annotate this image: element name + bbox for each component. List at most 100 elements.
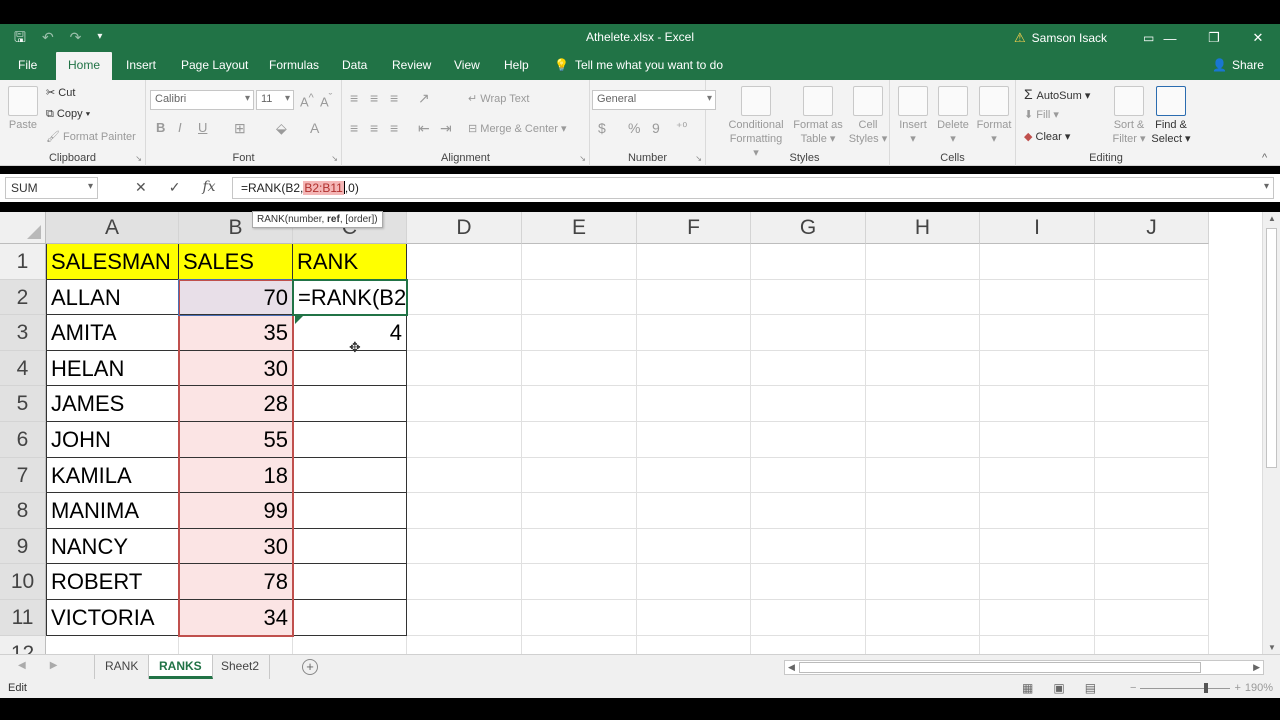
rank-cell[interactable] bbox=[293, 386, 407, 422]
horizontal-scroll-thumb[interactable] bbox=[799, 662, 1201, 673]
cell-empty[interactable] bbox=[751, 386, 866, 422]
row-header-8[interactable]: 8 bbox=[0, 493, 46, 529]
sales-cell[interactable]: 28 bbox=[179, 386, 293, 422]
row-header-5[interactable]: 5 bbox=[0, 386, 46, 422]
rank-cell[interactable] bbox=[293, 493, 407, 529]
cell-empty[interactable] bbox=[522, 493, 637, 529]
cell-empty[interactable] bbox=[407, 350, 522, 387]
cell-empty[interactable] bbox=[1095, 422, 1209, 458]
function-tooltip[interactable]: RANK(number, ref, [order]) bbox=[252, 211, 383, 228]
cell-empty[interactable] bbox=[980, 457, 1095, 494]
row-header-10[interactable]: 10 bbox=[0, 564, 46, 600]
dialog-launcher-icon[interactable]: ↘ bbox=[579, 154, 586, 163]
sheet-tab-ranks[interactable]: RANKS bbox=[149, 655, 213, 679]
decrease-indent-icon[interactable]: ⇤ bbox=[418, 120, 430, 137]
cell-empty[interactable] bbox=[407, 244, 522, 280]
cell-empty[interactable] bbox=[1095, 386, 1209, 422]
cell-empty[interactable] bbox=[980, 528, 1095, 565]
salesman-cell[interactable]: ALLAN bbox=[46, 279, 179, 316]
row-header-2[interactable]: 2 bbox=[0, 279, 46, 316]
salesman-cell[interactable]: KAMILA bbox=[46, 457, 179, 494]
row-header-1[interactable]: 1 bbox=[0, 244, 46, 280]
cell-empty[interactable] bbox=[637, 244, 751, 280]
collapse-ribbon-icon[interactable]: ^ bbox=[1262, 152, 1267, 164]
cell-empty[interactable] bbox=[980, 350, 1095, 387]
tab-file[interactable]: File bbox=[6, 52, 49, 80]
active-cell-editor[interactable]: =RANK(B2 bbox=[294, 280, 406, 315]
cell-empty[interactable] bbox=[1095, 244, 1209, 280]
sheet-tab-rank[interactable]: RANK bbox=[94, 655, 150, 679]
cell-empty[interactable] bbox=[522, 600, 637, 636]
font-name-combo[interactable]: Calibri bbox=[150, 90, 254, 110]
header-salesman[interactable]: SALESMAN bbox=[46, 244, 179, 280]
cell-empty[interactable] bbox=[407, 386, 522, 422]
middle-align-icon[interactable]: ≡ bbox=[370, 90, 378, 106]
cancel-icon[interactable]: ✕ bbox=[135, 179, 147, 196]
row-header-9[interactable]: 9 bbox=[0, 528, 46, 565]
salesman-cell[interactable]: JAMES bbox=[46, 386, 179, 422]
cell-empty[interactable] bbox=[407, 315, 522, 351]
cell-empty[interactable] bbox=[637, 564, 751, 600]
fill-button[interactable]: ⬇ Fill ▾ bbox=[1024, 108, 1059, 121]
cell-empty[interactable] bbox=[522, 244, 637, 280]
cell-empty[interactable] bbox=[637, 600, 751, 636]
row-header-6[interactable]: 6 bbox=[0, 422, 46, 458]
tab-review[interactable]: Review bbox=[380, 52, 443, 80]
cell-empty[interactable] bbox=[1095, 528, 1209, 565]
tab-home[interactable]: Home bbox=[56, 52, 113, 80]
format-as-table-button[interactable]: Format as Table ▾ bbox=[790, 86, 846, 146]
rank-cell[interactable] bbox=[293, 457, 407, 494]
top-align-icon[interactable]: ≡ bbox=[350, 90, 358, 106]
cell-empty[interactable] bbox=[866, 600, 980, 636]
cell-empty[interactable] bbox=[637, 350, 751, 387]
zoom-in-icon[interactable]: + bbox=[1234, 682, 1240, 694]
cell-empty[interactable] bbox=[866, 457, 980, 494]
account[interactable]: ⚠ Samson Isack ▭ bbox=[1014, 30, 1154, 46]
align-right-icon[interactable]: ≡ bbox=[390, 120, 398, 136]
cell-empty[interactable] bbox=[980, 600, 1095, 636]
zoom-out-icon[interactable]: − bbox=[1130, 682, 1136, 694]
cell-styles-button[interactable]: Cell Styles ▾ bbox=[848, 86, 888, 146]
cell-empty[interactable] bbox=[751, 493, 866, 529]
cell-empty[interactable] bbox=[293, 635, 407, 654]
sales-cell[interactable]: 99 bbox=[179, 493, 293, 529]
salesman-cell[interactable]: ROBERT bbox=[46, 564, 179, 600]
insert-cells-button[interactable]: Insert ▾ bbox=[894, 86, 932, 146]
row-header-12[interactable]: 12 bbox=[0, 635, 46, 654]
borders-icon[interactable]: ⊞ bbox=[234, 120, 246, 137]
font-size-combo[interactable]: 11 bbox=[256, 90, 294, 110]
row-header-11[interactable]: 11 bbox=[0, 600, 46, 636]
clear-button[interactable]: ◆ Clear ▾ bbox=[1024, 130, 1070, 143]
comma-button[interactable]: 9 bbox=[652, 120, 660, 136]
header-rank[interactable]: RANK bbox=[293, 244, 407, 280]
cell-empty[interactable] bbox=[866, 635, 980, 654]
orientation-icon[interactable]: ↗ bbox=[418, 90, 430, 107]
italic-button[interactable]: I bbox=[178, 120, 182, 135]
cut-button[interactable]: ✂ Cut bbox=[46, 86, 75, 99]
cell-empty[interactable] bbox=[637, 528, 751, 565]
tab-data[interactable]: Data bbox=[330, 52, 379, 80]
cell-empty[interactable] bbox=[522, 422, 637, 458]
cell-empty[interactable] bbox=[751, 635, 866, 654]
tell-me-search[interactable]: 💡 Tell me what you want to do bbox=[554, 58, 723, 72]
cell-empty[interactable] bbox=[1095, 600, 1209, 636]
tab-page-layout[interactable]: Page Layout bbox=[169, 52, 260, 80]
cell-empty[interactable] bbox=[637, 635, 751, 654]
cell-empty[interactable] bbox=[751, 315, 866, 351]
cell-empty[interactable] bbox=[751, 528, 866, 565]
cell-empty[interactable] bbox=[637, 457, 751, 494]
format-cells-button[interactable]: Format ▾ bbox=[974, 86, 1014, 146]
prev-sheet-icon[interactable]: ◀ bbox=[18, 660, 26, 671]
restore-icon[interactable]: ❐ bbox=[1192, 24, 1236, 52]
row-header-3[interactable]: 3 bbox=[0, 315, 46, 351]
sales-cell[interactable]: 34 bbox=[179, 600, 293, 636]
cell-empty[interactable] bbox=[522, 386, 637, 422]
copy-button[interactable]: ⧉ Copy ▾ bbox=[46, 108, 90, 121]
scroll-down-icon[interactable]: ▼ bbox=[1268, 643, 1276, 652]
cell-empty[interactable] bbox=[980, 315, 1095, 351]
vertical-scrollbar[interactable]: ▲ ▼ bbox=[1262, 212, 1280, 654]
percent-button[interactable]: % bbox=[628, 120, 640, 136]
cell-empty[interactable] bbox=[751, 279, 866, 316]
number-format-combo[interactable]: General bbox=[592, 90, 716, 110]
cell-empty[interactable] bbox=[407, 600, 522, 636]
